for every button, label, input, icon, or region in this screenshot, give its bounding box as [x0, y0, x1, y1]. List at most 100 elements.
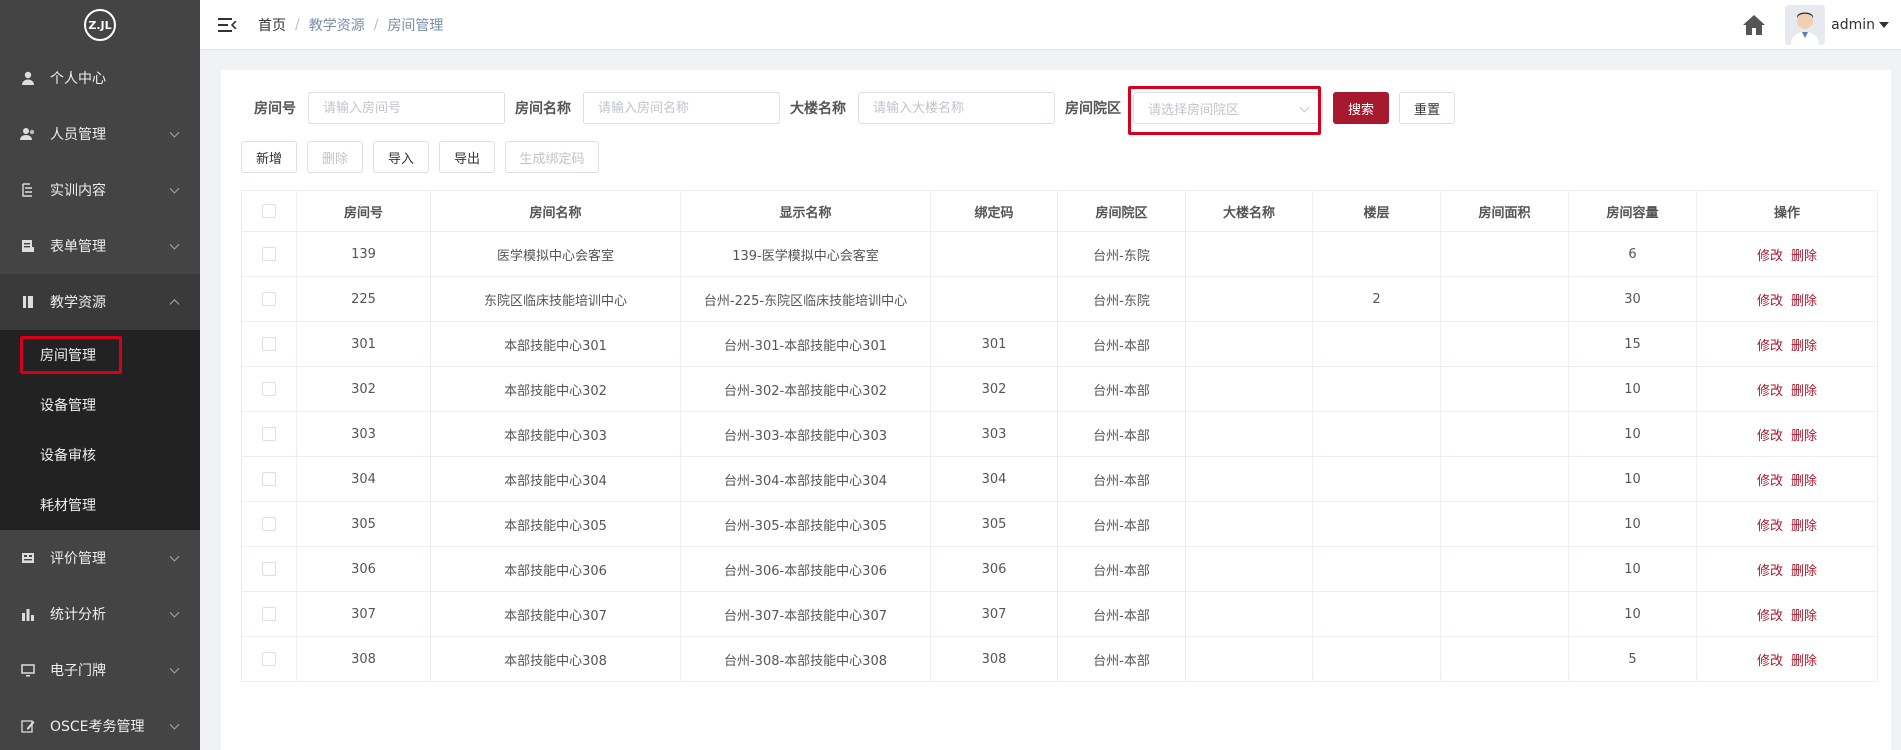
generate-code-button[interactable]: 生成绑定码 — [505, 141, 599, 173]
table-cell: 台州-本部 — [1057, 501, 1186, 547]
delete-button[interactable]: 删除 — [307, 141, 363, 173]
row-checkbox[interactable] — [262, 472, 276, 486]
row-select-cell — [241, 456, 297, 502]
edit-link[interactable]: 修改 — [1757, 294, 1783, 309]
sidebar-subitem-equipment-review[interactable]: 设备审核 — [0, 430, 200, 480]
sidebar-item-forms[interactable]: 表单管理 — [0, 218, 200, 274]
row-checkbox[interactable] — [262, 247, 276, 261]
username[interactable]: admin — [1831, 17, 1875, 33]
sidebar-subitem-consumables[interactable]: 耗材管理 — [0, 480, 200, 530]
table-cell — [1440, 411, 1569, 457]
edit-link[interactable]: 修改 — [1757, 564, 1783, 579]
building-input[interactable] — [858, 92, 1055, 124]
column-header: 房间院区 — [1057, 190, 1186, 232]
column-header: 房间名称 — [430, 190, 681, 232]
caret-down-icon[interactable] — [1879, 22, 1889, 28]
sidebar-item-label: 电子门牌 — [50, 663, 106, 679]
edit-link[interactable]: 修改 — [1757, 609, 1783, 624]
row-checkbox[interactable] — [262, 652, 276, 666]
table-cell: 医学模拟中心会客室 — [430, 231, 681, 277]
actions-cell: 修改 删除 — [1696, 411, 1878, 457]
menu-toggle-icon[interactable] — [218, 17, 237, 32]
table-cell: 台州-本部 — [1057, 366, 1186, 412]
edit-link[interactable]: 修改 — [1757, 249, 1783, 264]
room-name-input[interactable] — [583, 92, 780, 124]
add-button[interactable]: 新增 — [241, 141, 297, 173]
row-checkbox[interactable] — [262, 382, 276, 396]
chevron-down-icon — [169, 607, 180, 618]
table-cell: 306 — [930, 546, 1058, 592]
breadcrumb-home[interactable]: 首页 — [258, 15, 286, 35]
export-button[interactable]: 导出 — [439, 141, 495, 173]
table-cell: 303 — [930, 411, 1058, 457]
table-cell — [1185, 546, 1313, 592]
reset-button[interactable]: 重置 — [1399, 92, 1455, 124]
select-all-checkbox[interactable] — [262, 204, 276, 218]
delete-link[interactable]: 删除 — [1791, 249, 1817, 264]
breadcrumb-teaching-resources[interactable]: 教学资源 — [309, 15, 365, 35]
table-cell: 303 — [296, 411, 431, 457]
edit-link[interactable]: 修改 — [1757, 384, 1783, 399]
avatar[interactable] — [1785, 5, 1826, 45]
delete-link[interactable]: 删除 — [1791, 564, 1817, 579]
sidebar-item-evaluation[interactable]: 评价管理 — [0, 530, 200, 586]
breadcrumb-separator: / — [295, 16, 300, 33]
delete-link[interactable]: 删除 — [1791, 339, 1817, 354]
sidebar-item-teaching-resources[interactable]: 教学资源 — [0, 274, 200, 330]
column-header: 操作 — [1696, 190, 1878, 232]
sidebar-item-personal-center[interactable]: 个人中心 — [0, 50, 200, 106]
delete-link[interactable]: 删除 — [1791, 609, 1817, 624]
sidebar-subitem-label: 设备管理 — [40, 398, 96, 414]
bar-chart-icon — [20, 606, 36, 622]
table-cell — [1312, 456, 1441, 502]
actions-cell: 修改 删除 — [1696, 501, 1878, 547]
table-cell: 台州-本部 — [1057, 456, 1186, 502]
delete-link[interactable]: 删除 — [1791, 294, 1817, 309]
table-cell: 307 — [296, 591, 431, 637]
row-checkbox[interactable] — [262, 292, 276, 306]
row-checkbox[interactable] — [262, 562, 276, 576]
delete-link[interactable]: 删除 — [1791, 429, 1817, 444]
table-row: 308 本部技能中心308 台州-308-本部技能中心308 308 台州-本部 5 修改删… — [241, 636, 1878, 682]
sidebar-item-label: 表单管理 — [50, 239, 106, 255]
sidebar-subitem-equipment-management[interactable]: 设备管理 — [0, 380, 200, 430]
delete-link[interactable]: 删除 — [1791, 654, 1817, 669]
table-cell: 本部技能中心305 — [430, 501, 681, 547]
sidebar-subitem-room-management[interactable]: 房间管理 — [0, 330, 200, 380]
row-checkbox[interactable] — [262, 427, 276, 441]
sidebar-item-training[interactable]: 实训内容 — [0, 162, 200, 218]
table-cell — [1440, 501, 1569, 547]
edit-icon — [20, 718, 36, 734]
chevron-down-icon — [169, 663, 180, 674]
import-button[interactable]: 导入 — [373, 141, 429, 173]
delete-link[interactable]: 删除 — [1791, 384, 1817, 399]
table-cell — [1185, 636, 1313, 682]
table-cell — [1440, 366, 1569, 412]
room-no-input[interactable] — [308, 92, 505, 124]
search-button[interactable]: 搜索 — [1333, 92, 1389, 124]
delete-link[interactable]: 删除 — [1791, 474, 1817, 489]
delete-link[interactable]: 删除 — [1791, 519, 1817, 534]
table-cell: 10 — [1568, 546, 1697, 592]
campus-select[interactable]: 请选择房间院区 — [1128, 86, 1323, 135]
edit-link[interactable]: 修改 — [1757, 339, 1783, 354]
sidebar-item-osce[interactable]: OSCE考务管理 — [0, 698, 200, 750]
edit-link[interactable]: 修改 — [1757, 654, 1783, 669]
row-checkbox[interactable] — [262, 517, 276, 531]
sidebar-item-statistics[interactable]: 统计分析 — [0, 586, 200, 642]
edit-link[interactable]: 修改 — [1757, 519, 1783, 534]
row-select-cell — [241, 321, 297, 367]
table-cell: 台州-本部 — [1057, 546, 1186, 592]
home-icon[interactable] — [1741, 12, 1767, 38]
sidebar-item-door-signs[interactable]: 电子门牌 — [0, 642, 200, 698]
table-cell: 15 — [1568, 321, 1697, 367]
row-checkbox[interactable] — [262, 607, 276, 621]
edit-link[interactable]: 修改 — [1757, 429, 1783, 444]
edit-link[interactable]: 修改 — [1757, 474, 1783, 489]
table-cell — [1185, 411, 1313, 457]
actions-cell: 修改 删除 — [1696, 591, 1878, 637]
sidebar-item-personnel[interactable]: 人员管理 — [0, 106, 200, 162]
table-cell: 本部技能中心306 — [430, 546, 681, 592]
row-checkbox[interactable] — [262, 337, 276, 351]
table-cell: 302 — [930, 366, 1058, 412]
